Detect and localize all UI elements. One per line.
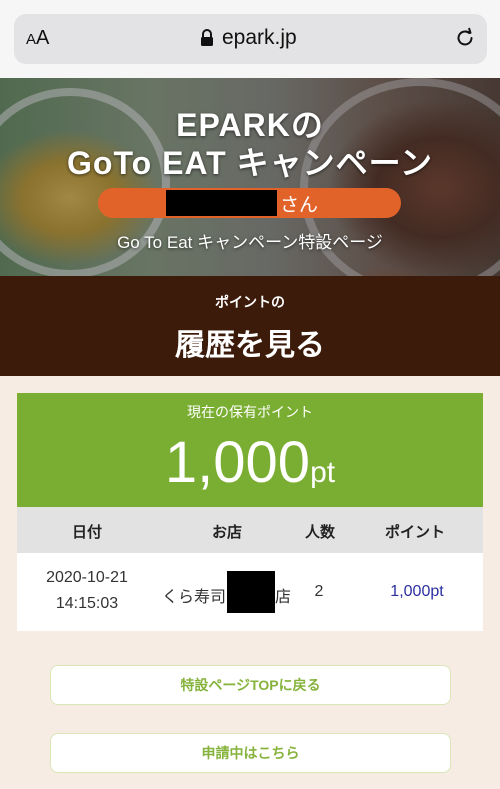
redacted-store-branch (227, 571, 275, 613)
campaign-banner: EPARKの GoTo EAT キャンペーン さん Go To Eat キャンペ… (0, 78, 500, 276)
points-unit: pt (310, 456, 336, 489)
points-number: 1,000 (164, 430, 311, 495)
row-people: 2 (314, 583, 324, 600)
back-to-top-button[interactable]: 特設ページTOPに戻る (50, 665, 451, 705)
lock-icon (201, 29, 213, 46)
text-size-small-label: A (26, 31, 37, 48)
row-date: 2020-10-21 (46, 569, 128, 586)
text-size-large-label: A (36, 27, 50, 49)
name-honorific: さん (280, 195, 319, 216)
table-header: 日付 お店 人数 ポイント (17, 507, 483, 553)
user-name-bar: さん (98, 188, 401, 218)
column-header-people: 人数 (304, 524, 335, 541)
row-time: 14:15:03 (55, 595, 119, 612)
row-points: 1,000pt (390, 583, 444, 600)
column-header-points: ポイント (384, 524, 445, 541)
points-history-table: 日付 お店 人数 ポイント 2020-10-21 14:15:03 くら寿司 店… (17, 507, 483, 631)
column-header-store: お店 (211, 524, 242, 541)
column-header-date: 日付 (71, 524, 102, 541)
address-bar[interactable]: AA epark.jp (14, 14, 487, 64)
pending-applications-button[interactable]: 申請中はこちら (50, 733, 451, 773)
redacted-name (166, 190, 277, 216)
points-balance-card: 現在の保有ポイント 1,000pt (17, 393, 483, 507)
reload-icon[interactable] (453, 26, 477, 50)
banner-subtitle: Go To Eat キャンペーン特設ページ (117, 233, 383, 252)
points-balance-value: 1,000pt (17, 429, 483, 496)
page-title: 履歴を見る (175, 329, 325, 362)
page-header: ポイントの 履歴を見る (0, 276, 500, 376)
banner-title-line2: GoTo EAT キャンペーン (67, 145, 433, 181)
row-store-name: くら寿司 (162, 589, 227, 606)
row-store-suffix: 店 (275, 589, 292, 606)
browser-toolbar: AA epark.jp (0, 0, 500, 78)
points-balance-label: 現在の保有ポイント (187, 405, 313, 421)
page-header-kicker: ポイントの (215, 294, 285, 310)
text-size-button[interactable]: AA (26, 27, 49, 50)
url-text: epark.jp (222, 26, 297, 49)
